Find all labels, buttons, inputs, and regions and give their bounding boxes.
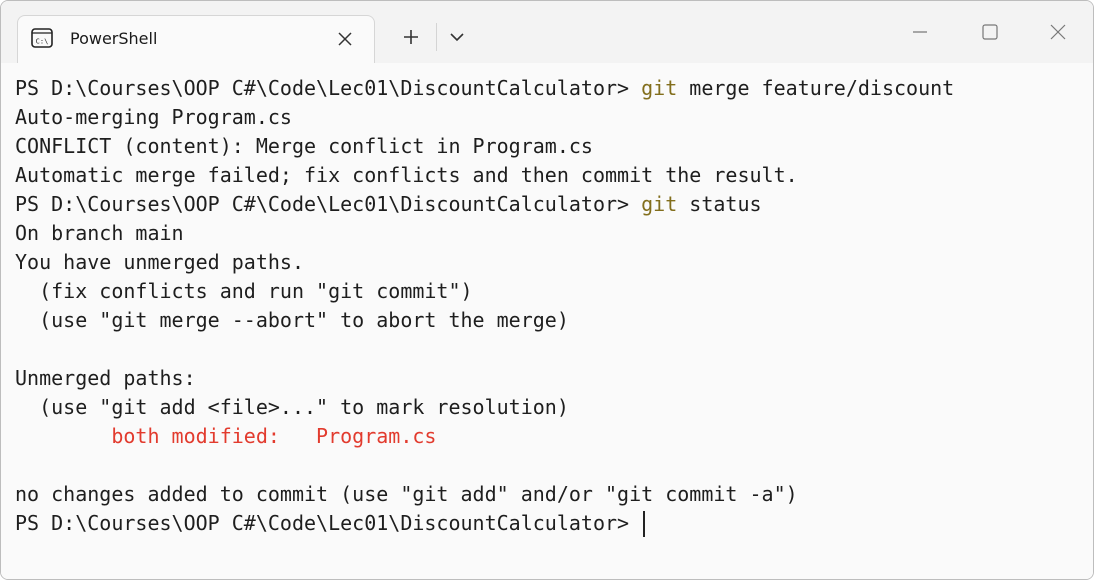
prompt-text: PS D:\Courses\OOP C#\Code\Lec01\Discount… <box>15 511 642 535</box>
terminal-line: CONFLICT (content): Merge conflict in Pr… <box>15 132 954 161</box>
terminal-line: PS D:\Courses\OOP C#\Code\Lec01\Discount… <box>15 190 954 219</box>
terminal-output[interactable]: PS D:\Courses\OOP C#\Code\Lec01\Discount… <box>1 63 1093 579</box>
title-bar: C:\ PowerShell <box>1 1 1093 63</box>
tab-title: PowerShell <box>70 29 158 48</box>
output-text: (fix conflicts and run "git commit") <box>15 279 473 303</box>
terminal-line: (fix conflicts and run "git commit") <box>15 277 954 306</box>
terminal-line: both modified: Program.cs <box>15 422 954 451</box>
terminal-line: Unmerged paths: <box>15 364 954 393</box>
output-text: You have unmerged paths. <box>15 250 304 274</box>
output-text: On branch main <box>15 221 184 245</box>
indent-text <box>15 424 111 448</box>
terminal-line: (use "git add <file>..." to mark resolut… <box>15 393 954 422</box>
terminal-line: PS D:\Courses\OOP C#\Code\Lec01\Discount… <box>15 509 954 538</box>
terminal-lines: PS D:\Courses\OOP C#\Code\Lec01\Discount… <box>15 74 954 538</box>
conflict-file-text: both modified: Program.cs <box>111 424 437 448</box>
terminal-line: Auto-merging Program.cs <box>15 103 954 132</box>
output-text: no changes added to commit (use "git add… <box>15 482 798 506</box>
output-text: Automatic merge failed; fix conflicts an… <box>15 163 798 187</box>
output-text: (use "git add <file>..." to mark resolut… <box>15 395 569 419</box>
terminal-line: (use "git merge --abort" to abort the me… <box>15 306 954 335</box>
terminal-line: You have unmerged paths. <box>15 248 954 277</box>
prompt-text: PS D:\Courses\OOP C#\Code\Lec01\Discount… <box>15 192 642 216</box>
minimize-icon[interactable] <box>897 15 943 49</box>
chevron-down-icon[interactable] <box>443 23 471 51</box>
svg-text:C:\: C:\ <box>36 38 49 46</box>
command-text: git <box>641 192 678 216</box>
plus-icon[interactable] <box>393 23 429 51</box>
tab-powershell[interactable]: C:\ PowerShell <box>17 15 375 63</box>
terminal-icon: C:\ <box>31 28 53 48</box>
command-args: status <box>677 192 762 216</box>
terminal-window: C:\ PowerShell PS D:\Courses\OOP C#\Code… <box>0 0 1094 580</box>
toolbar-divider <box>436 23 437 51</box>
output-text: (use "git merge --abort" to abort the me… <box>15 308 569 332</box>
terminal-line: no changes added to commit (use "git add… <box>15 480 954 509</box>
terminal-line: PS D:\Courses\OOP C#\Code\Lec01\Discount… <box>15 74 954 103</box>
maximize-icon[interactable] <box>967 15 1013 49</box>
close-icon[interactable] <box>334 28 356 50</box>
command-args: merge feature/discount <box>677 76 955 100</box>
text-cursor <box>643 510 646 537</box>
terminal-line: Automatic merge failed; fix conflicts an… <box>15 161 954 190</box>
window-close-icon[interactable] <box>1035 15 1081 49</box>
output-text: CONFLICT (content): Merge conflict in Pr… <box>15 134 593 158</box>
output-text: Unmerged paths: <box>15 366 196 390</box>
command-text: git <box>641 76 678 100</box>
terminal-line: On branch main <box>15 219 954 248</box>
output-text: Auto-merging Program.cs <box>15 105 292 129</box>
prompt-text: PS D:\Courses\OOP C#\Code\Lec01\Discount… <box>15 76 642 100</box>
